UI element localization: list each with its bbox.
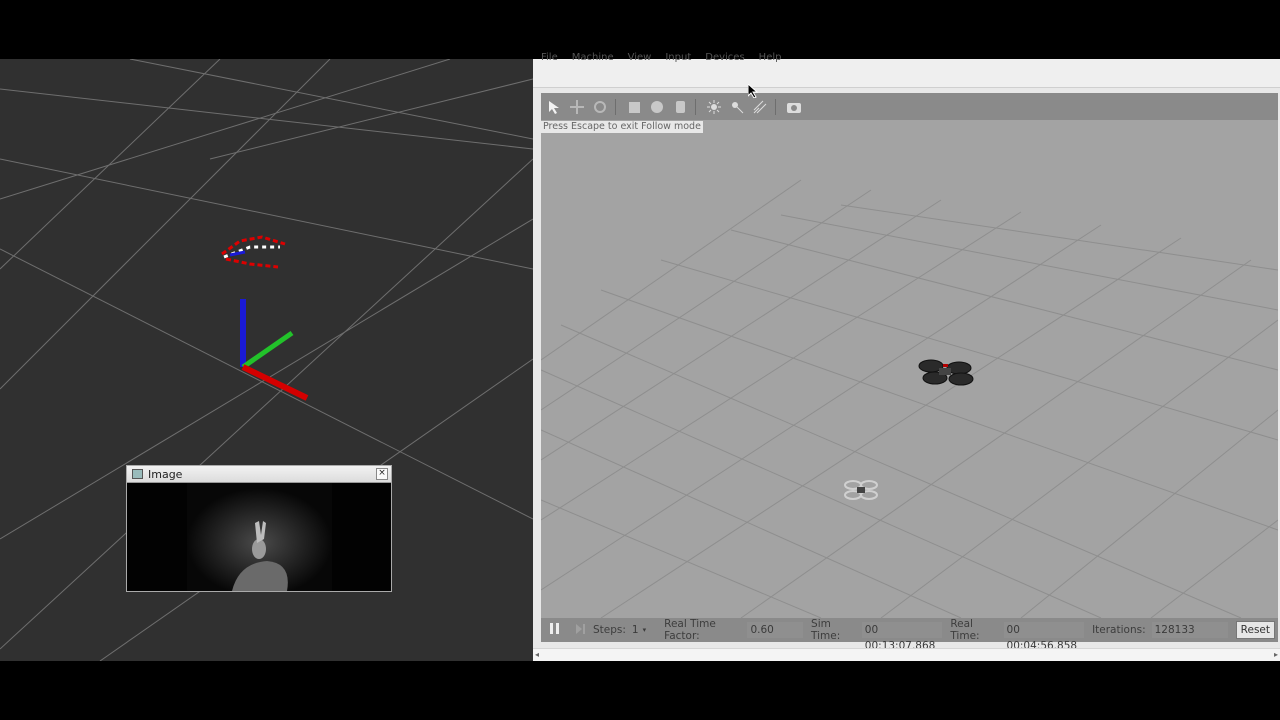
image-window-titlebar[interactable]: Image ×: [127, 466, 391, 483]
scroll-left-icon[interactable]: ◂: [535, 650, 539, 659]
hand-marker: [221, 235, 286, 269]
x-axis: [241, 364, 309, 401]
status-bar: Steps: 1 ▾ Real Time Factor: 0.60 Sim Ti…: [541, 618, 1278, 652]
step-button[interactable]: [575, 623, 587, 638]
gazebo-scene[interactable]: Press Escape to exit Follow mode: [541, 120, 1278, 618]
rtf-label: Real Time Factor:: [664, 618, 716, 642]
translate-tool-icon[interactable]: [567, 97, 587, 117]
menu-file[interactable]: File: [541, 52, 558, 63]
sim-time-value: 00 00:13:07.868: [861, 622, 943, 652]
iterations-value: 128133: [1151, 622, 1228, 638]
menu-help[interactable]: Help: [759, 52, 782, 63]
image-window[interactable]: Image ×: [126, 465, 392, 592]
ground-grid: [541, 179, 1278, 618]
steps-dropdown-icon[interactable]: ▾: [643, 626, 647, 634]
horizontal-scrollbar[interactable]: ◂ ▸: [533, 648, 1280, 661]
box-shape-icon[interactable]: [624, 97, 644, 117]
steps-spinbox[interactable]: 1: [632, 624, 639, 636]
point-light-icon[interactable]: [704, 97, 724, 117]
rotate-tool-icon[interactable]: [590, 97, 610, 117]
drone-model: [918, 359, 974, 386]
rtf-value: 0.60: [747, 622, 804, 638]
scroll-right-icon[interactable]: ▸: [1274, 650, 1278, 659]
toolbar: [541, 93, 1278, 121]
screenshot-camera-icon[interactable]: [784, 97, 804, 117]
menu-machine[interactable]: Machine: [572, 52, 614, 63]
mouse-cursor-icon: [748, 84, 758, 98]
close-icon[interactable]: ×: [376, 468, 388, 480]
gazebo-window: File Machine View Input Devices Help Pre…: [533, 52, 1280, 661]
y-axis: [241, 330, 294, 370]
cylinder-shape-icon[interactable]: [670, 97, 690, 117]
sphere-shape-icon[interactable]: [647, 97, 667, 117]
pause-button[interactable]: [549, 622, 561, 638]
iterations-label: Iterations:: [1092, 624, 1146, 636]
real-time-label: Real Time:: [950, 618, 980, 642]
menu-input[interactable]: Input: [665, 52, 691, 63]
sim-time-label: Sim Time:: [811, 618, 841, 642]
directional-light-icon[interactable]: [750, 97, 770, 117]
select-tool-icon[interactable]: [544, 97, 564, 117]
camera-feed: [127, 483, 391, 591]
image-window-title: Image: [148, 467, 183, 481]
target-drone-marker: [844, 480, 878, 500]
window-icon: [132, 469, 143, 479]
menu-devices[interactable]: Devices: [705, 52, 744, 63]
steps-label: Steps:: [593, 624, 626, 636]
menubar: File Machine View Input Devices Help: [533, 52, 1280, 88]
spot-light-icon[interactable]: [727, 97, 747, 117]
follow-mode-hint: Press Escape to exit Follow mode: [541, 121, 703, 133]
real-time-value: 00 00:04:56.858: [1003, 622, 1085, 652]
menu-view[interactable]: View: [628, 52, 652, 63]
reset-button[interactable]: Reset: [1235, 621, 1276, 639]
